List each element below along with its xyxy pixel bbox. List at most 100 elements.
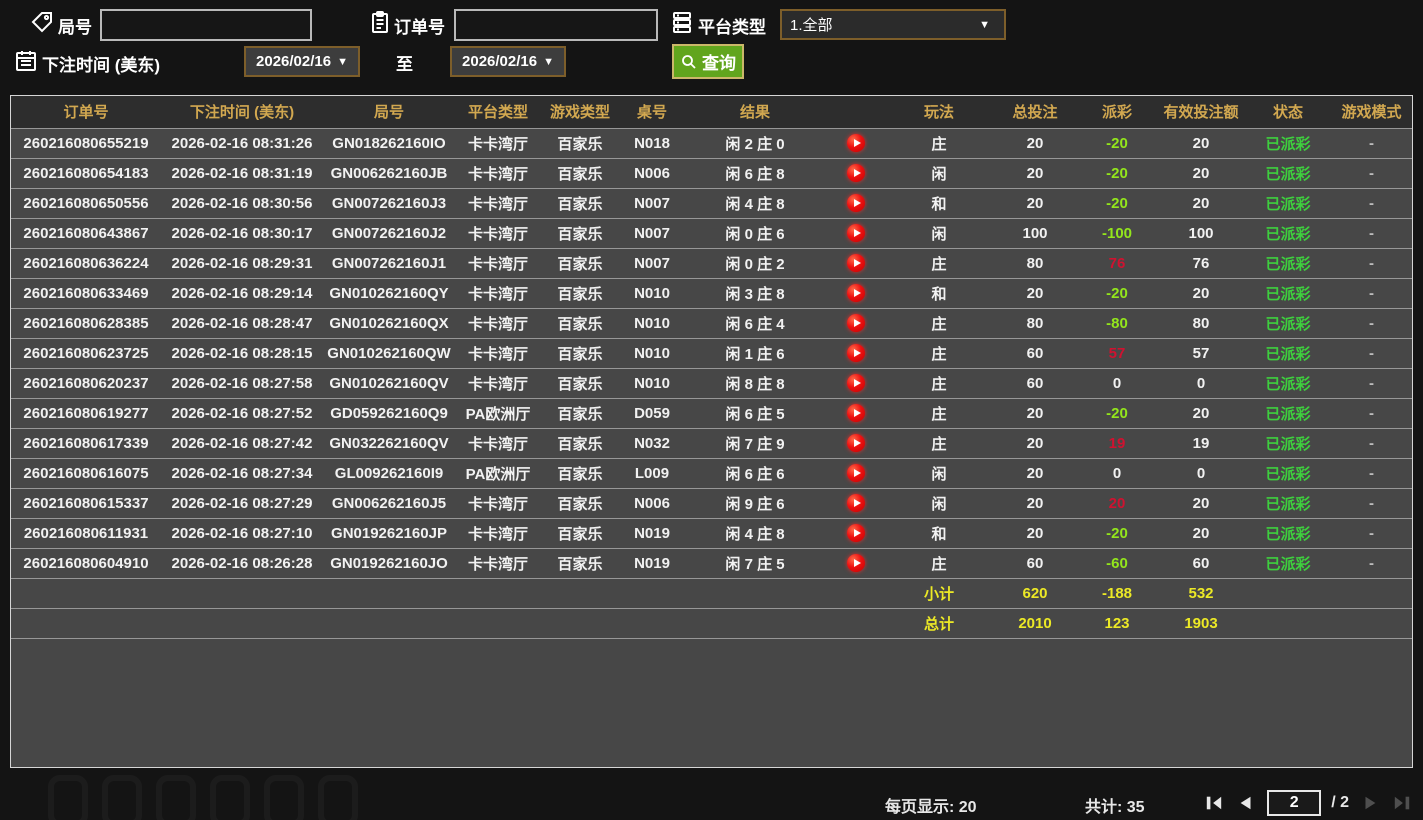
cell-status: 已派彩 [1247,308,1329,338]
cell-replay [825,368,887,398]
date-from-picker[interactable]: 2026/02/16▼ [244,46,360,77]
subtotal-valid-bet: 532 [1155,578,1247,608]
platform-select[interactable]: 1.全部 ▼ [780,9,1006,40]
cell-payout: -20 [1079,278,1155,308]
cell-round-id: GN019262160JO [323,548,455,578]
cell-result: 闲 7 庄 9 [685,428,825,458]
calendar-icon [14,48,38,72]
cell-platform: 卡卡湾厅 [455,188,541,218]
last-page-button[interactable] [1391,793,1413,813]
cell-game-mode: - [1329,158,1413,188]
cell-round-id: GL009262160I9 [323,458,455,488]
cell-result: 闲 0 庄 2 [685,248,825,278]
replay-play-button[interactable] [847,374,865,392]
page-number-input[interactable] [1267,790,1321,816]
replay-play-button[interactable] [847,524,865,542]
cell-platform: 卡卡湾厅 [455,368,541,398]
cell-round-id: GN007262160J3 [323,188,455,218]
cell-table-no: N019 [619,548,685,578]
next-page-button[interactable] [1359,793,1381,813]
replay-play-button[interactable] [847,254,865,272]
replay-play-button[interactable] [847,434,865,452]
cell-table-no: N010 [619,278,685,308]
replay-play-button[interactable] [847,134,865,152]
cell-game-type: 百家乐 [541,278,619,308]
cell-game-mode: - [1329,398,1413,428]
cell-table-no: N010 [619,368,685,398]
order-input[interactable] [454,9,658,41]
chevron-down-icon: ▼ [979,19,990,31]
cell-replay [825,218,887,248]
grand-total-label: 总计 [887,608,991,638]
replay-play-button[interactable] [847,404,865,422]
clipboard-icon [368,10,392,34]
date-from-value: 2026/02/16 [256,53,331,70]
cell-play-type: 和 [887,188,991,218]
cell-order-id: 260216080643867 [11,218,161,248]
cell-status: 已派彩 [1247,248,1329,278]
cell-result: 闲 0 庄 6 [685,218,825,248]
cell-game-mode: - [1329,128,1413,158]
replay-play-button[interactable] [847,554,865,572]
cell-game-type: 百家乐 [541,128,619,158]
cell-order-id: 260216080604910 [11,548,161,578]
round-input[interactable] [100,9,312,41]
play-icon [854,169,861,177]
search-icon [680,53,698,71]
date-to-picker[interactable]: 2026/02/16 ▼ [450,46,566,77]
cell-table-no: N019 [619,518,685,548]
tag-icon [30,10,54,34]
cell-game-type: 百家乐 [541,338,619,368]
cell-payout: -20 [1079,398,1155,428]
first-page-button[interactable] [1203,793,1225,813]
cell-total-bet: 20 [991,518,1079,548]
table-row: 260216080655219 2026-02-16 08:31:26 GN01… [11,128,1413,158]
cell-bet-time: 2026-02-16 08:31:26 [161,128,323,158]
play-icon [854,289,861,297]
cell-round-id: GD059262160Q9 [323,398,455,428]
cell-bet-time: 2026-02-16 08:27:10 [161,518,323,548]
cell-replay [825,458,887,488]
cell-valid-bet: 20 [1155,278,1247,308]
cell-order-id: 260216080628385 [11,308,161,338]
cell-valid-bet: 19 [1155,428,1247,458]
cell-payout: 19 [1079,428,1155,458]
date-to-value: 2026/02/16 [462,53,537,70]
replay-play-button[interactable] [847,314,865,332]
replay-play-button[interactable] [847,464,865,482]
cell-valid-bet: 57 [1155,338,1247,368]
replay-play-button[interactable] [847,344,865,362]
cell-valid-bet: 80 [1155,308,1247,338]
cell-bet-time: 2026-02-16 08:28:15 [161,338,323,368]
cell-platform: 卡卡湾厅 [455,278,541,308]
replay-play-button[interactable] [847,224,865,242]
cell-table-no: N007 [619,188,685,218]
cell-table-no: N006 [619,158,685,188]
replay-play-button[interactable] [847,164,865,182]
cell-total-bet: 20 [991,278,1079,308]
cell-payout: -80 [1079,308,1155,338]
cell-total-bet: 20 [991,488,1079,518]
cell-bet-time: 2026-02-16 08:31:19 [161,158,323,188]
search-button[interactable]: 查询 [672,44,744,79]
previous-page-button[interactable] [1235,793,1257,813]
cell-play-type: 闲 [887,488,991,518]
cell-round-id: GN010262160QX [323,308,455,338]
cell-game-type: 百家乐 [541,428,619,458]
cell-platform: 卡卡湾厅 [455,248,541,278]
platform-label: 平台类型 [698,13,766,38]
cell-replay [825,428,887,458]
replay-play-button[interactable] [847,194,865,212]
chevron-down-icon: ▼ [543,56,554,68]
cell-replay [825,308,887,338]
cell-result: 闲 4 庄 8 [685,518,825,548]
cell-table-no: N007 [619,218,685,248]
cell-game-type: 百家乐 [541,188,619,218]
cell-order-id: 260216080615337 [11,488,161,518]
play-icon [854,379,861,387]
replay-play-button[interactable] [847,494,865,512]
cell-game-mode: - [1329,188,1413,218]
header-replay [825,96,887,128]
grand-total-payout: 123 [1079,608,1155,638]
replay-play-button[interactable] [847,284,865,302]
